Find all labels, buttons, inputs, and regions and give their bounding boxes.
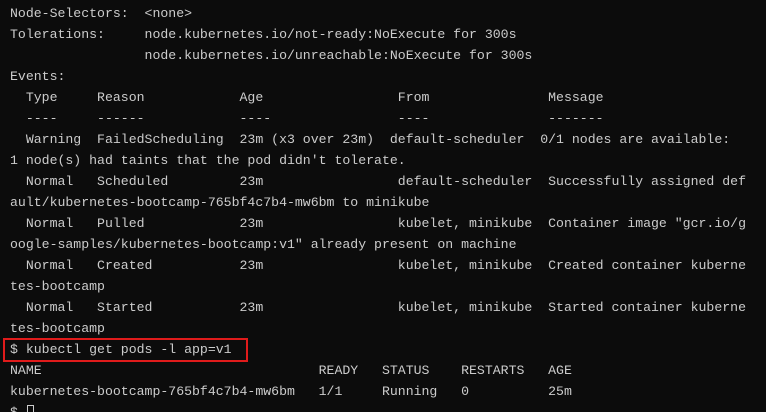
event-row-wrap: tes-bootcamp — [10, 321, 105, 336]
event-row: Warning FailedScheduling 23m (x3 over 23… — [10, 132, 731, 147]
event-row: Normal Created 23m kubelet, minikube Cre… — [10, 258, 746, 273]
event-row-wrap: 1 node(s) had taints that the pod didn't… — [10, 153, 406, 168]
event-row-wrap: ault/kubernetes-bootcamp-765bf4c7b4-mw6b… — [10, 195, 430, 210]
event-row: Normal Scheduled 23m default-scheduler S… — [10, 174, 746, 189]
events-header: Type Reason Age From Message — [10, 90, 604, 105]
prompt-symbol: $ — [10, 405, 26, 412]
terminal-line-node-selectors: Node-Selectors: <none> — [10, 6, 193, 21]
prompt-line[interactable]: $ — [10, 402, 34, 412]
pods-table-row: kubernetes-bootcamp-765bf4c7b4-mw6bm 1/1… — [10, 384, 572, 399]
event-row: Normal Pulled 23m kubelet, minikube Cont… — [10, 216, 746, 231]
event-row-wrap: oogle-samples/kubernetes-bootcamp:v1" al… — [10, 237, 517, 252]
terminal-line-tolerations-2: node.kubernetes.io/unreachable:NoExecute… — [10, 48, 533, 63]
pods-table-header: NAME READY STATUS RESTARTS AGE — [10, 363, 572, 378]
event-row: Normal Started 23m kubelet, minikube Sta… — [10, 300, 746, 315]
terminal-window[interactable]: Node-Selectors: <none> Tolerations: node… — [0, 0, 766, 412]
event-row-wrap: tes-bootcamp — [10, 279, 105, 294]
command-highlight-box — [3, 338, 248, 362]
terminal-line-tolerations: Tolerations: node.kubernetes.io/not-read… — [10, 27, 517, 42]
terminal-line-events: Events: — [10, 69, 66, 84]
events-header-underline: ---- ------ ---- ---- ------- — [10, 111, 604, 126]
cursor-icon — [26, 405, 34, 412]
